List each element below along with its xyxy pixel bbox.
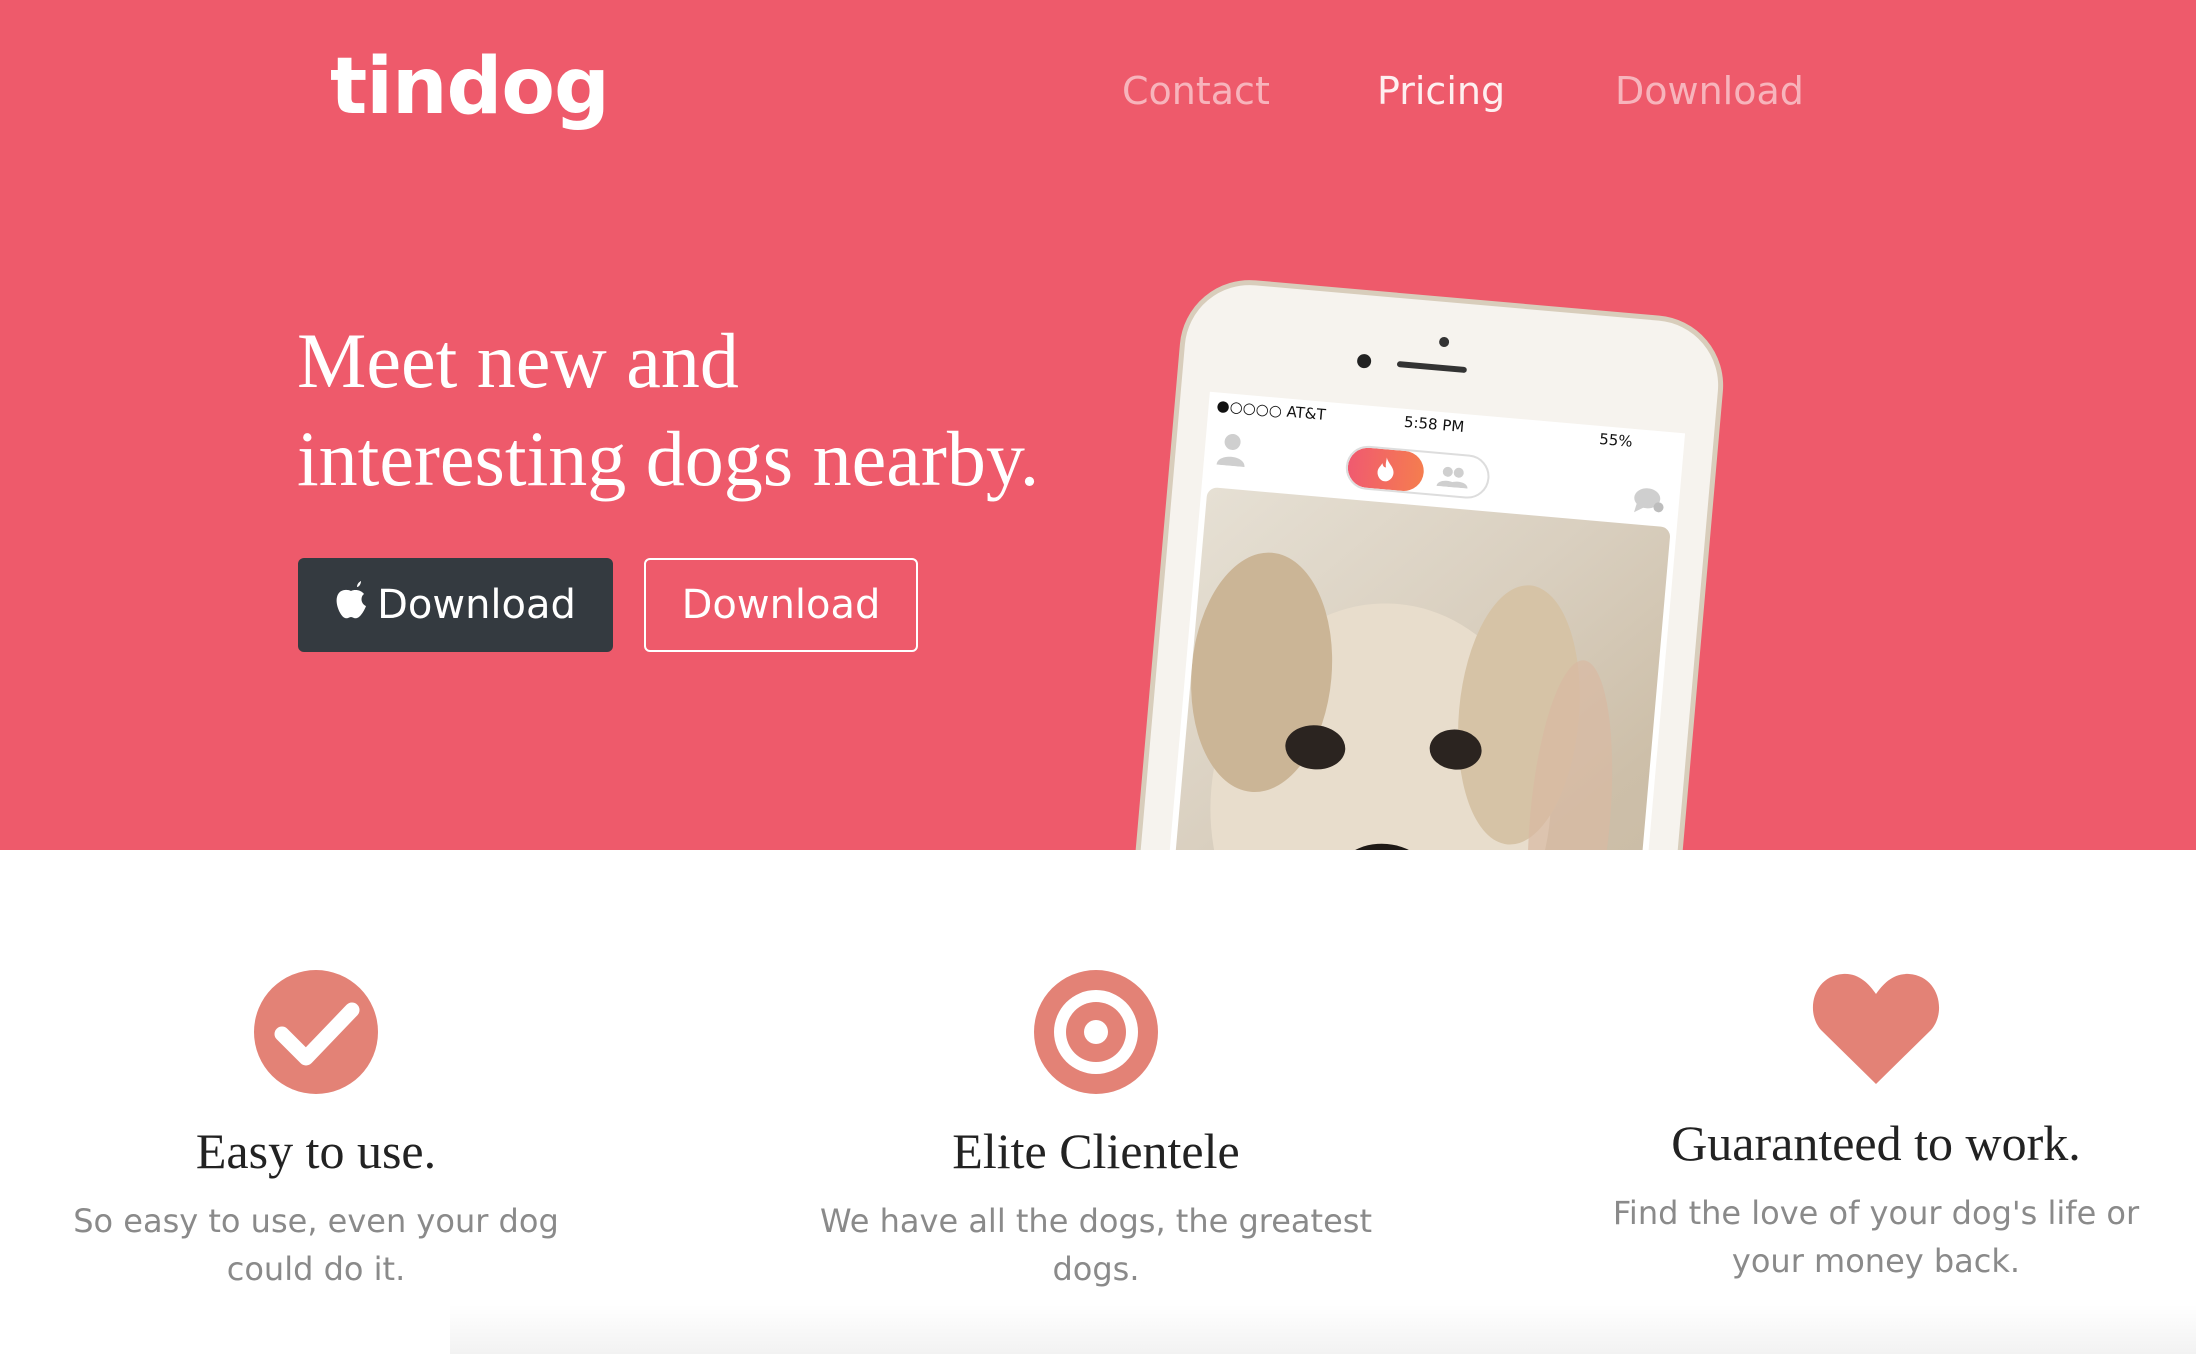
target-icon: [806, 970, 1386, 1094]
brand-logo[interactable]: tindog: [330, 48, 610, 126]
feature-text: So easy to use, even your dog could do i…: [26, 1197, 606, 1293]
feature-guaranteed: Guaranteed to work. Find the love of you…: [1586, 970, 2166, 1285]
feature-text: Find the love of your dog's life or your…: [1586, 1189, 2166, 1285]
bottom-shadow: [450, 1304, 2196, 1354]
dog-photo: [1162, 486, 1671, 850]
headline-line-2: interesting dogs nearby.: [297, 415, 1040, 502]
feature-title: Elite Clientele: [952, 1123, 1240, 1179]
status-carrier: ●○○○○ AT&T: [1215, 396, 1327, 424]
flame-icon: [1377, 457, 1394, 482]
status-battery: 55%: [1598, 429, 1634, 451]
feature-text: We have all the dogs, the greatest dogs.: [806, 1197, 1386, 1293]
hero-section: tindog Contact Pricing Download Meet new…: [0, 0, 2196, 850]
profile-icon: [1215, 431, 1248, 471]
google-download-label: Download: [681, 582, 881, 628]
app-mode-toggle: [1344, 443, 1492, 501]
apple-download-label: Download: [377, 582, 576, 628]
feature-title: Guaranteed to work.: [1671, 1115, 2081, 1171]
nav-download-link[interactable]: Download: [1615, 72, 1804, 110]
group-icon: [1434, 464, 1470, 493]
heart-icon: [1586, 970, 2166, 1086]
feature-text-line-2: dogs.: [1052, 1250, 1140, 1288]
apple-icon: [335, 581, 367, 629]
flame-toggle: [1346, 446, 1426, 493]
phone-mockup: ●○○○○ AT&T 5:58 PM 55%: [1125, 274, 1729, 850]
feature-text-line-1: We have all the dogs, the greatest: [820, 1202, 1372, 1240]
status-time: 5:58 PM: [1403, 412, 1466, 437]
feature-text-line-2: could do it.: [226, 1250, 406, 1288]
check-circle-icon: [26, 970, 606, 1094]
feature-elite: Elite Clientele We have all the dogs, th…: [806, 970, 1386, 1293]
feature-title: Easy to use.: [195, 1123, 437, 1179]
chat-icon: [1632, 485, 1667, 520]
feature-text-line-1: Find the love of your dog's life or: [1612, 1194, 2140, 1232]
feature-easy: Easy to use. So easy to use, even your d…: [26, 970, 606, 1293]
phone-screen: ●○○○○ AT&T 5:58 PM 55%: [1158, 391, 1686, 850]
feature-text-line-2: your money back.: [1731, 1242, 2021, 1280]
features-section: Easy to use. So easy to use, even your d…: [0, 850, 2196, 1354]
headline-line-1: Meet new and: [297, 317, 739, 404]
hero-headline: Meet new and interesting dogs nearby.: [297, 312, 1197, 508]
nav-contact-link[interactable]: Contact: [1122, 72, 1270, 110]
feature-text-line-1: So easy to use, even your dog: [73, 1202, 559, 1240]
google-play-download-button[interactable]: Download: [644, 558, 918, 652]
apple-download-button[interactable]: Download: [298, 558, 613, 652]
nav-pricing-link[interactable]: Pricing: [1377, 72, 1505, 110]
